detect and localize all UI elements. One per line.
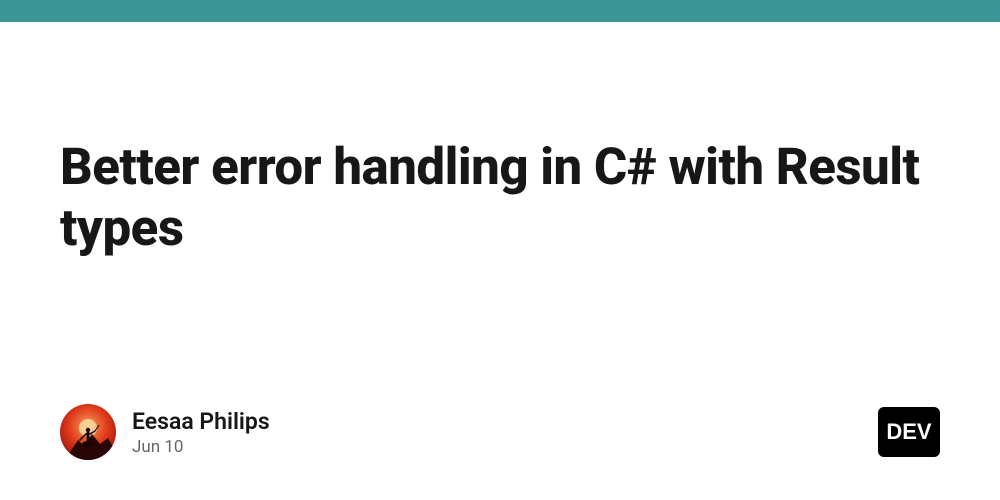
article-title: Better error handling in C# with Result …	[60, 137, 940, 259]
accent-bar	[0, 0, 1000, 22]
dev-badge: DEV	[878, 407, 940, 457]
footer-row: Eesaa Philips Jun 10 DEV	[60, 404, 940, 460]
dev-badge-text: DEV	[886, 419, 931, 445]
author-block: Eesaa Philips Jun 10	[60, 404, 270, 460]
content-area: Better error handling in C# with Result …	[0, 22, 1000, 500]
avatar	[60, 404, 116, 460]
avatar-image	[60, 404, 116, 460]
title-area: Better error handling in C# with Result …	[60, 137, 940, 259]
author-text: Eesaa Philips Jun 10	[132, 408, 270, 457]
post-date: Jun 10	[132, 437, 270, 457]
author-name: Eesaa Philips	[132, 408, 270, 435]
